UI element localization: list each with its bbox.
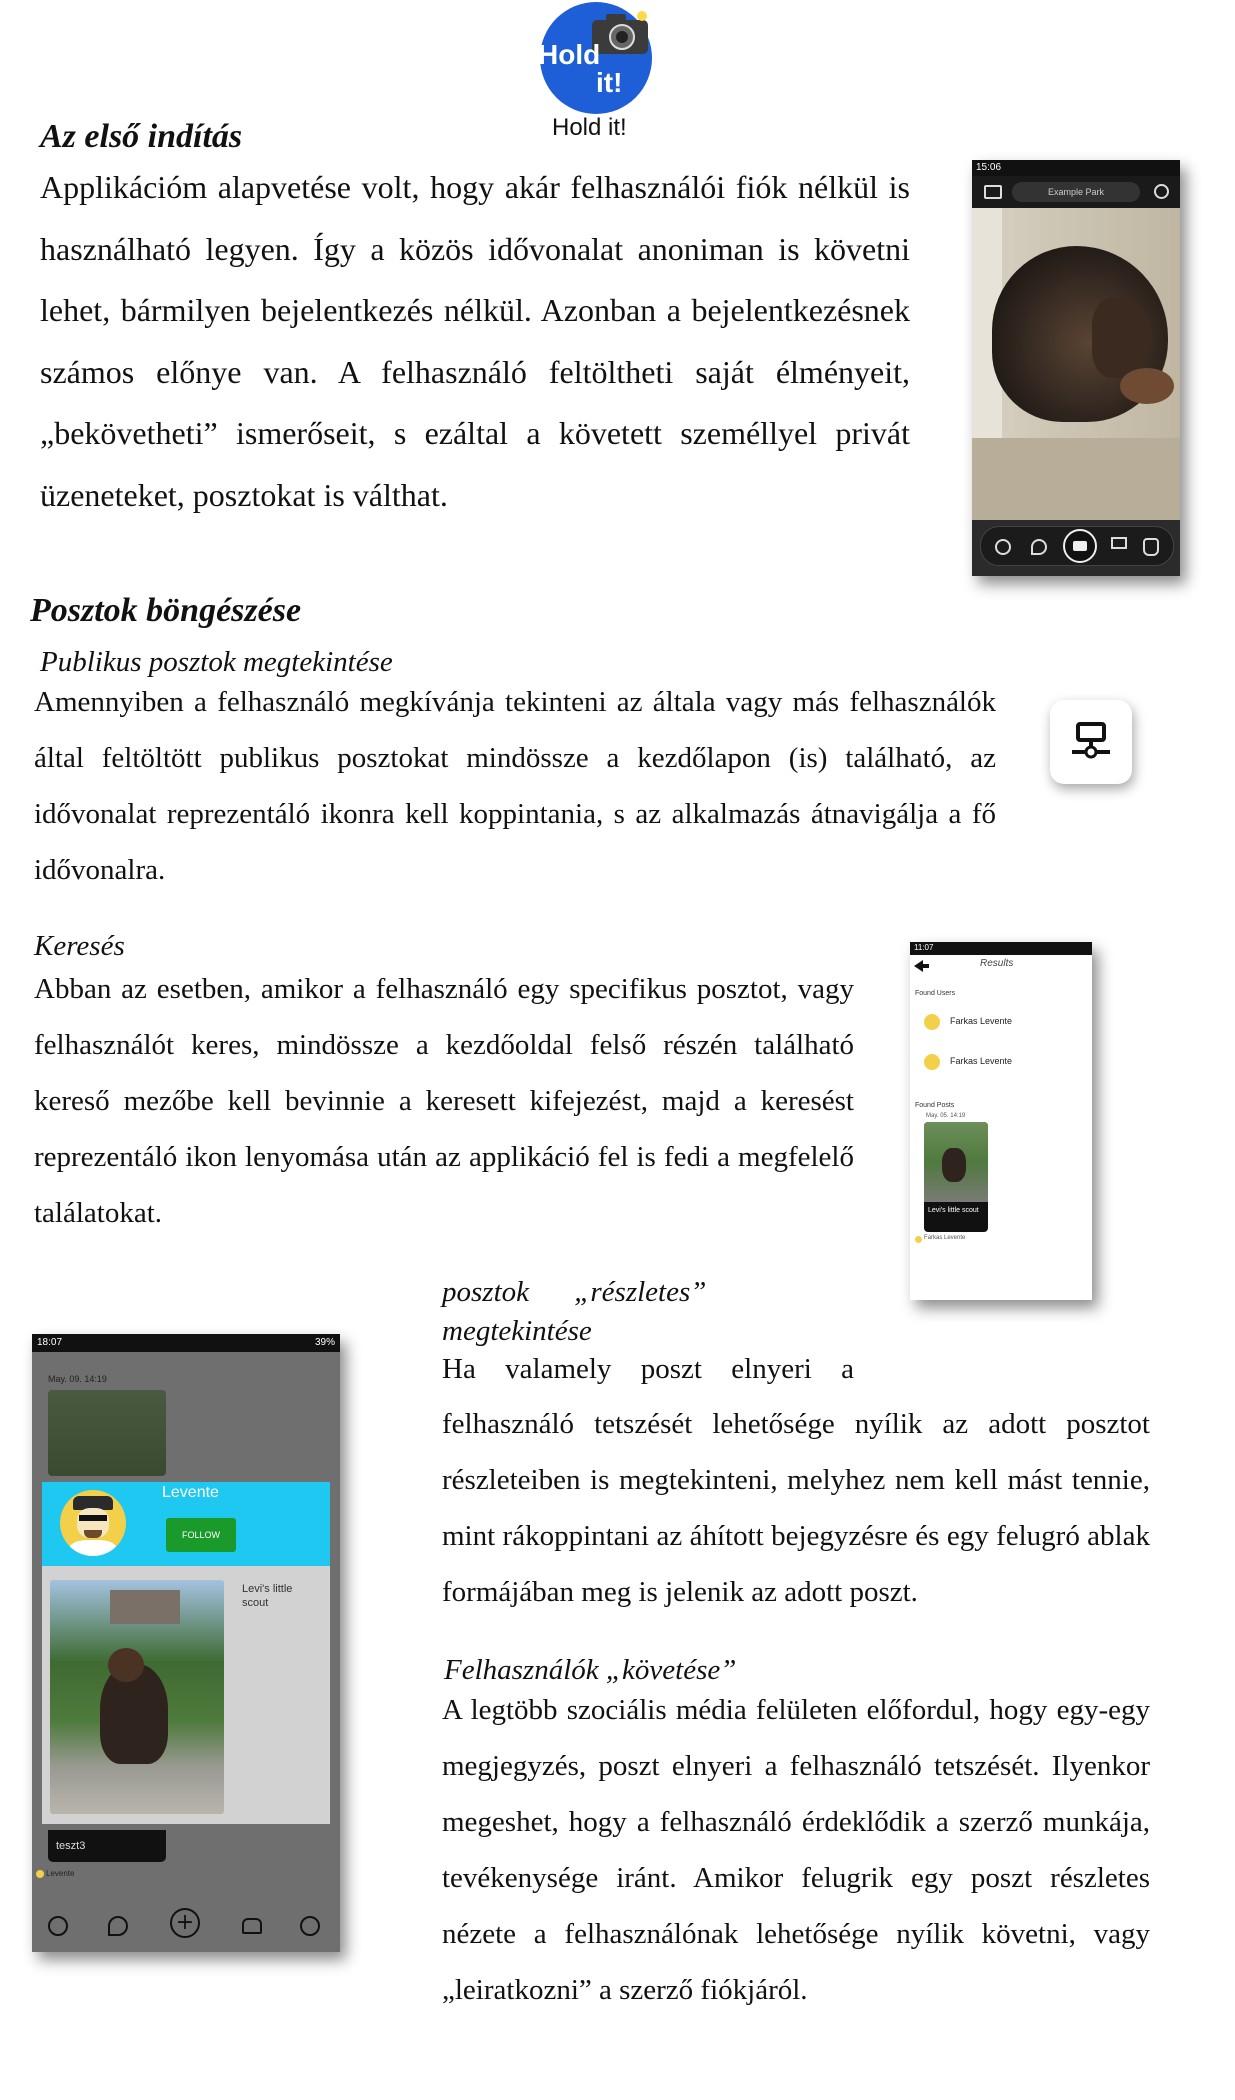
paragraph-public-posts: Amennyiben a felhasználó megkívánja teki… [34, 686, 996, 886]
camera-bottom-bar [980, 526, 1174, 566]
post-author: Farkas Levente [924, 1235, 966, 1241]
timeline-icon-nav[interactable] [242, 1918, 262, 1934]
timeline-date: May. 09. 14:19 [48, 1374, 107, 1384]
popup-username: Levente [162, 1484, 219, 1501]
paragraph-follow: A legtöbb szociális média felületen előf… [442, 1694, 1150, 2006]
dog-snout [1120, 368, 1174, 404]
logo-line-1: Hold [538, 39, 601, 70]
capture-camera-icon [1073, 541, 1087, 551]
avatar [924, 1014, 940, 1030]
dog-shape [942, 1148, 966, 1182]
dog-head [108, 1648, 144, 1682]
post-detail-screenshot: 18:07 39% May. 09. 14:19 Levente FOLLOW … [32, 1334, 340, 1952]
bottom-post-title: teszt3 [56, 1840, 86, 1852]
avatar-glasses [79, 1515, 107, 1521]
logo-caption: Hold it! [552, 114, 627, 141]
found-posts-label: Found Posts [915, 1102, 955, 1109]
avatar-body [70, 1540, 116, 1556]
post-image [924, 1122, 988, 1202]
timeline-icon-card [1050, 700, 1132, 784]
post-author-avatar [915, 1236, 922, 1243]
help-icon[interactable] [300, 1916, 320, 1936]
logo-line-2: it! [596, 67, 623, 98]
status-bar: 15:06 [972, 160, 1180, 176]
user-name: Farkas Levente [950, 1056, 1013, 1066]
post-date: May. 05. 14:19 [926, 1113, 966, 1119]
chat-icon[interactable] [1031, 539, 1047, 555]
add-post-icon[interactable]: + [170, 1908, 200, 1938]
popup-post-image [50, 1580, 224, 1814]
results-status-time: 11:07 [914, 943, 934, 952]
subheading-detail-line-1: posztok „részletes” [442, 1276, 707, 1308]
dog-ear [1092, 298, 1152, 378]
profile-icon[interactable] [995, 539, 1011, 555]
user-avatar[interactable] [60, 1490, 126, 1556]
timeline-icon-small[interactable] [1111, 537, 1127, 549]
paragraph-search: Abban az esetben, amikor a felhasználó e… [34, 973, 854, 1229]
capture-button[interactable] [1063, 529, 1097, 563]
results-status-bar: 11:07 [910, 942, 1092, 955]
popup-header: Levente FOLLOW [42, 1482, 330, 1566]
found-users-label: Found Users [915, 990, 956, 997]
heading-first-launch: Az első indítás [40, 118, 243, 155]
house-shape [110, 1590, 180, 1624]
location-label: Example Park [1012, 182, 1140, 202]
paragraph-detail: felhasználó tetszését lehetősége nyílik … [442, 1408, 1150, 1608]
hand-icon[interactable] [1143, 538, 1159, 556]
detail-status-time: 18:07 [37, 1337, 63, 1348]
avatar [924, 1054, 940, 1070]
background-post-image [48, 1390, 166, 1476]
results-title: Results [980, 958, 1014, 969]
bottom-author: Levente [46, 1869, 75, 1878]
profile-icon[interactable] [48, 1916, 68, 1936]
status-time: 15:06 [976, 162, 1002, 173]
search-results-screenshot: 11:07 Results Found Users Farkas Levente… [910, 942, 1092, 1300]
user-row[interactable]: Farkas Levente [924, 1014, 1074, 1032]
bottom-nav: + [32, 1900, 340, 1952]
camera-preview-image [972, 208, 1180, 520]
follow-button[interactable]: FOLLOW [166, 1518, 236, 1552]
detail-status-bar: 18:07 39% [32, 1334, 340, 1352]
app-logo: Hold it! Hold it! [538, 2, 660, 142]
post-caption: Levi's little scout [928, 1207, 979, 1214]
camera-top-bar: Example Park [972, 176, 1180, 208]
camera-toggle-icon[interactable] [984, 185, 1002, 199]
bottom-post-card[interactable]: teszt3 [48, 1830, 166, 1862]
paragraph-detail-first-line: Ha valamely poszt elnyeri a [442, 1353, 854, 1385]
user-name: Farkas Levente [950, 1016, 1013, 1026]
user-row[interactable]: Farkas Levente [924, 1054, 1074, 1072]
heading-browse-posts: Posztok böngészése [30, 592, 302, 629]
camera-screenshot: 15:06 Example Park [972, 160, 1180, 576]
search-icon[interactable] [1154, 184, 1169, 199]
post-detail-popup: Levente FOLLOW Levi's little scout [42, 1482, 330, 1824]
detail-status-battery: 39% [314, 1337, 335, 1348]
bottom-author-avatar [36, 1870, 44, 1878]
subheading-search: Keresés [34, 930, 125, 962]
back-arrow-stem [922, 964, 929, 968]
floor [972, 438, 1180, 520]
timeline-icon [1072, 722, 1110, 759]
paragraph-first-launch: Applikációm alapvetése volt, hogy akár f… [40, 169, 910, 513]
chat-icon[interactable] [108, 1916, 128, 1936]
avatar-beard [84, 1530, 102, 1538]
post-card[interactable]: Levi's little scout [924, 1122, 988, 1232]
popup-caption: Levi's little scout [242, 1583, 293, 1609]
